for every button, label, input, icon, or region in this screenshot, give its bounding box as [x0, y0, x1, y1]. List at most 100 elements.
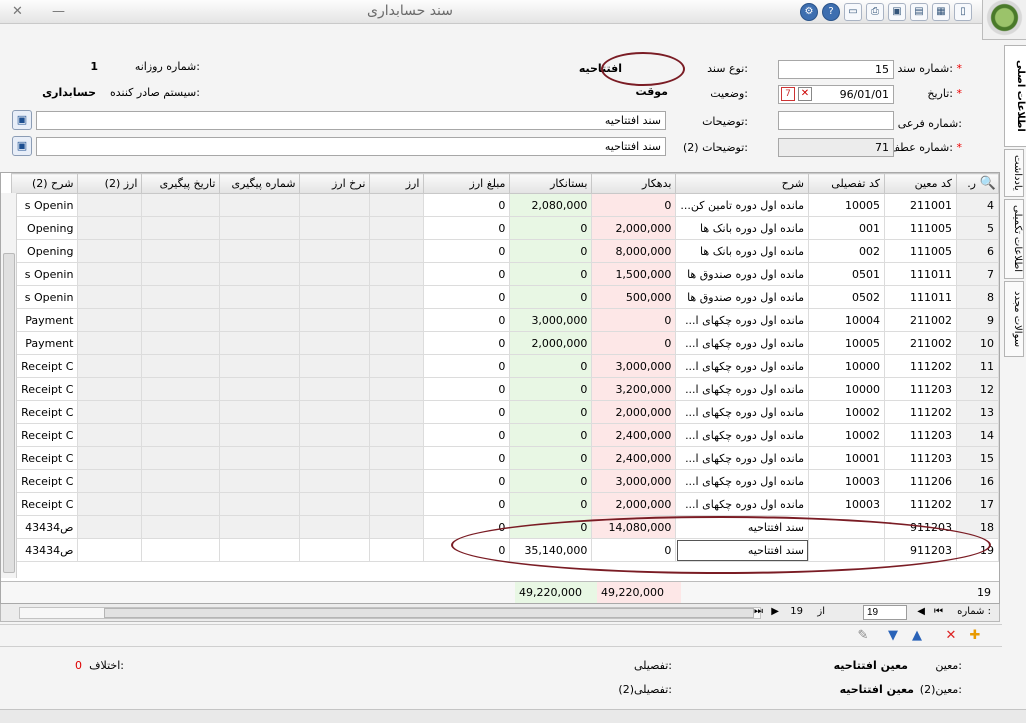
cell-credit[interactable]: 0 — [509, 354, 593, 378]
pager-current-input[interactable] — [863, 605, 907, 620]
cell-tracking-no[interactable] — [219, 423, 301, 447]
cell-currency[interactable] — [369, 538, 425, 562]
cell-debit[interactable]: 2,000,000 — [591, 400, 677, 424]
cell-fx-amount[interactable]: 0 — [423, 216, 511, 240]
cell-fx-amount[interactable]: 0 — [423, 446, 511, 470]
column-header-credit[interactable]: بستانکار — [509, 173, 593, 194]
cell-moein-code[interactable]: 111005 — [884, 216, 957, 240]
cell-credit[interactable]: 0 — [509, 469, 593, 493]
cell-moein-code[interactable]: 111005 — [884, 239, 957, 263]
cell-moein-code[interactable]: 111203 — [884, 446, 957, 470]
cell-description[interactable]: مانده اول دوره چکهای ا... — [675, 492, 809, 516]
table-row[interactable]: 7 111011 0501 مانده اول دوره صندوق ها 1,500,… — [11, 262, 999, 286]
cell-credit[interactable]: 0 — [509, 400, 593, 424]
cell-currency2[interactable] — [77, 262, 143, 286]
cell-currency2[interactable] — [77, 193, 143, 217]
cell-currency2[interactable] — [77, 538, 143, 562]
cell-row-no[interactable]: 14 — [956, 423, 999, 447]
cell-moein-code[interactable]: 211002 — [884, 331, 957, 355]
cell-fx-rate[interactable] — [299, 193, 371, 217]
cell-description[interactable]: مانده اول دوره چکهای ا... — [675, 423, 809, 447]
cell-currency2[interactable] — [77, 285, 143, 309]
cell-currency[interactable] — [369, 285, 425, 309]
print-preview-icon[interactable]: ▭ — [844, 3, 862, 21]
cell-credit[interactable]: 0 — [509, 423, 593, 447]
cell-tracking-no[interactable] — [219, 354, 301, 378]
cell-moein-code[interactable]: 111203 — [884, 377, 957, 401]
cell-fx-rate[interactable] — [299, 285, 371, 309]
date-field[interactable]: 7 ✕ 96/01/01 — [778, 85, 894, 104]
cell-moein-code[interactable]: 111011 — [884, 262, 957, 286]
cell-currency2[interactable] — [77, 423, 143, 447]
cell-description2[interactable]: Receipt C — [11, 354, 79, 378]
cell-currency2[interactable] — [77, 469, 143, 493]
cell-fx-amount[interactable]: 0 — [423, 239, 511, 263]
cell-row-no[interactable]: 12 — [956, 377, 999, 401]
cell-fx-amount[interactable]: 0 — [423, 308, 511, 332]
cell-row-no[interactable]: 17 — [956, 492, 999, 516]
cell-fx-rate[interactable] — [299, 216, 371, 240]
cell-tracking-date[interactable] — [141, 469, 221, 493]
save-desc-button[interactable]: ▣ — [12, 110, 32, 130]
cell-currency[interactable] — [369, 423, 425, 447]
cell-currency2[interactable] — [77, 492, 143, 516]
table-row[interactable]: 8 111011 0502 مانده اول دوره صندوق ها 500,00… — [11, 285, 999, 309]
cell-fx-rate[interactable] — [299, 308, 371, 332]
cell-debit[interactable]: 2,400,000 — [591, 423, 677, 447]
column-header-currency2[interactable]: ارز (2) — [77, 173, 143, 194]
cell-debit[interactable]: 0 — [591, 308, 677, 332]
move-up-icon[interactable]: ▲ — [908, 627, 926, 645]
cell-moein-code[interactable]: 111202 — [884, 400, 957, 424]
save-all-icon[interactable]: ▣ — [888, 3, 906, 21]
cell-description2[interactable]: Receipt C — [11, 446, 79, 470]
cell-description[interactable]: مانده اول دوره چکهای ا... — [675, 308, 809, 332]
cell-description[interactable]: مانده اول دوره چکهای ا... — [675, 354, 809, 378]
cell-row-no[interactable]: 5 — [956, 216, 999, 240]
cell-currency[interactable] — [369, 262, 425, 286]
column-header-fx-rate[interactable]: نرخ ارز — [299, 173, 371, 194]
column-header-moein-code[interactable]: کد معین — [884, 173, 957, 194]
cell-fx-rate[interactable] — [299, 446, 371, 470]
close-icon[interactable]: ✕ — [12, 4, 23, 19]
cell-fx-rate[interactable] — [299, 331, 371, 355]
doc-icon[interactable]: ▯ — [954, 3, 972, 21]
move-down-icon[interactable]: ▼ — [884, 627, 902, 645]
grid-vertical-scrollbar[interactable] — [1, 193, 17, 578]
cell-moein-code[interactable]: 111011 — [884, 285, 957, 309]
cell-moein-code[interactable]: 211002 — [884, 308, 957, 332]
cell-tafsili-code[interactable]: 10000 — [808, 377, 885, 401]
cell-fx-rate[interactable] — [299, 469, 371, 493]
cell-description[interactable]: مانده اول دوره صندوق ها — [675, 262, 809, 286]
cell-moein-code[interactable]: 111203 — [884, 423, 957, 447]
cell-currency2[interactable] — [77, 216, 143, 240]
cell-tracking-date[interactable] — [141, 400, 221, 424]
cell-tafsili-code[interactable]: 0501 — [808, 262, 885, 286]
cell-fx-rate[interactable] — [299, 423, 371, 447]
cell-tracking-date[interactable] — [141, 446, 221, 470]
pager-first-icon[interactable]: ⏮ — [934, 606, 943, 617]
cell-description2[interactable]: ص43434 — [11, 538, 79, 562]
cell-description[interactable]: مانده اول دوره چکهای ا... — [675, 469, 809, 493]
cell-fx-amount[interactable]: 0 — [423, 193, 511, 217]
cell-tracking-date[interactable] — [141, 423, 221, 447]
cell-row-no[interactable]: 10 — [956, 331, 999, 355]
minimize-icon[interactable]: — — [52, 4, 65, 19]
table-row[interactable]: 9 211002 10004 مانده اول دوره چکهای ا... 0 3,… — [11, 308, 999, 332]
sub-no-field[interactable] — [778, 111, 894, 130]
cell-description[interactable]: مانده اول دوره چکهای ا... — [675, 331, 809, 355]
cell-currency2[interactable] — [77, 308, 143, 332]
cell-currency2[interactable] — [77, 377, 143, 401]
cell-credit[interactable]: 2,080,000 — [509, 193, 593, 217]
cell-tracking-date[interactable] — [141, 354, 221, 378]
pager-prev-icon[interactable]: ◀ — [917, 606, 925, 617]
table-row[interactable]: 4 211001 10005 مانده اول دوره تامین کن... 0 2… — [11, 193, 999, 217]
cell-debit[interactable]: 2,400,000 — [591, 446, 677, 470]
save-desc2-button[interactable]: ▣ — [12, 136, 32, 156]
cell-fx-amount[interactable]: 0 — [423, 285, 511, 309]
save-icon[interactable]: ▦ — [932, 3, 950, 21]
cell-description2[interactable]: Opening — [11, 239, 79, 263]
cell-description[interactable]: مانده اول دوره تامین کن... — [675, 193, 809, 217]
scroll-thumb[interactable] — [3, 253, 15, 573]
column-header-tafsili-code[interactable]: کد تفصیلی — [808, 173, 885, 194]
hscroll-thumb[interactable] — [104, 608, 754, 618]
